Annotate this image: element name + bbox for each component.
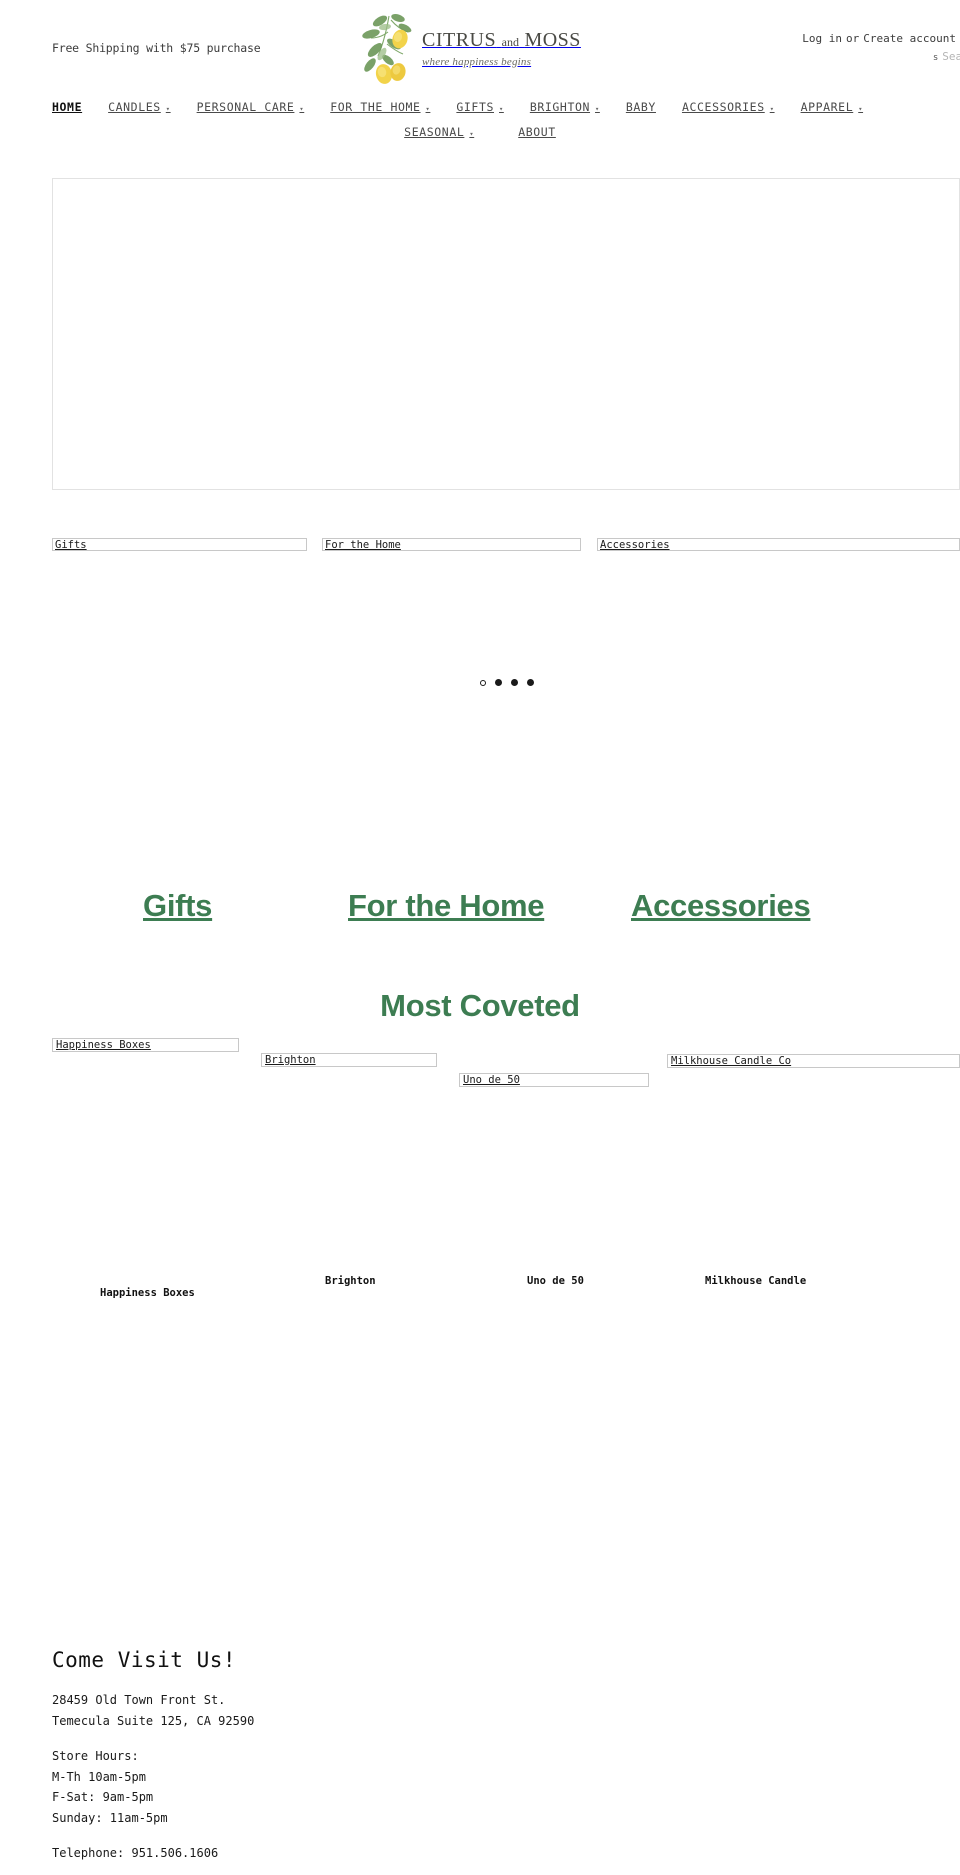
logo-name: CITRUS and MOSS xyxy=(422,29,581,51)
nav-row-secondary: SEASONAL ▾ ABOUT xyxy=(0,120,960,144)
nav-item-brighton[interactable]: BRIGHTON ▾ xyxy=(530,100,600,114)
search-prefix: s xyxy=(932,53,939,63)
product-image-placeholder[interactable]: Brighton xyxy=(261,1053,437,1067)
nav-row-primary: HOME CANDLES ▾ PERSONAL CARE ▾ FOR THE HOME ▾ G… xyxy=(0,94,960,120)
search-area[interactable]: s Search xyxy=(933,50,960,63)
account-links: Log in or Create account xyxy=(802,32,956,45)
footer-hours-mth: M-Th 10am-5pm xyxy=(52,1769,146,1784)
free-shipping-promo: Free Shipping with $75 purchase xyxy=(52,41,261,55)
page-root: Free Shipping with $75 purchase CITRUS a… xyxy=(0,0,960,1875)
chevron-down-icon: ▾ xyxy=(595,105,600,113)
category-title-accessories[interactable]: Accessories xyxy=(631,888,811,924)
nav-item-gifts[interactable]: GIFTS ▾ xyxy=(456,100,503,114)
main-navigation: HOME CANDLES ▾ PERSONAL CARE ▾ FOR THE HOME ▾ G… xyxy=(0,94,960,144)
footer-heading: Come Visit Us! xyxy=(52,1648,237,1672)
nav-item-baby[interactable]: BABY xyxy=(626,100,656,114)
nav-item-label: FOR THE HOME xyxy=(330,100,421,114)
footer-hours-sunday: Sunday: 11am-5pm xyxy=(52,1810,168,1825)
product-image-placeholder[interactable]: Uno de 50 xyxy=(459,1073,649,1087)
logo-tagline: where happiness begins xyxy=(422,55,532,68)
product-image-placeholder[interactable]: Happiness Boxes xyxy=(52,1038,239,1052)
product-label-uno-de-50[interactable]: Uno de 50 xyxy=(527,1275,584,1287)
product-label-happiness-boxes[interactable]: Happiness Boxes xyxy=(100,1287,195,1299)
hero-slider-dot-3[interactable] xyxy=(511,679,518,686)
nav-item-label: APPAREL xyxy=(800,100,854,114)
chevron-down-icon: ▾ xyxy=(769,105,775,113)
category-image-placeholder[interactable]: For the Home xyxy=(322,538,581,551)
footer-hours-label: Store Hours: xyxy=(52,1749,139,1763)
site-logo[interactable]: CITRUS and MOSS where happiness begins xyxy=(358,8,580,90)
nav-item-accessories[interactable]: ACCESSORIES ▾ xyxy=(682,100,775,114)
footer-address-line-2: Temecula Suite 125, CA 92590 xyxy=(52,1713,255,1728)
nav-item-label: PERSONAL CARE xyxy=(196,100,295,114)
logo-name-and: and xyxy=(501,34,519,49)
nav-item-label: ACCESSORIES xyxy=(681,100,765,114)
category-image-placeholder[interactable]: Accessories xyxy=(597,538,960,551)
nav-item-label: HOME xyxy=(52,100,83,114)
chevron-down-icon: ▾ xyxy=(425,105,431,113)
footer-hours-fsat: F-Sat: 9am-5pm xyxy=(52,1790,154,1804)
product-image-placeholder[interactable]: Milkhouse Candle Co xyxy=(667,1054,960,1068)
category-title-gifts[interactable]: Gifts xyxy=(143,888,212,924)
nav-item-apparel[interactable]: APPAREL ▾ xyxy=(801,100,864,114)
chevron-down-icon: ▾ xyxy=(299,105,305,113)
product-label-brighton[interactable]: Brighton xyxy=(325,1275,376,1287)
site-header: Free Shipping with $75 purchase CITRUS a… xyxy=(0,0,960,95)
nav-item-label: CANDLES xyxy=(108,100,161,114)
nav-item-about[interactable]: ABOUT xyxy=(518,125,556,139)
lemon-branch-logo-icon xyxy=(362,14,412,84)
chevron-down-icon: ▾ xyxy=(469,130,475,138)
nav-item-label: ABOUT xyxy=(518,125,556,139)
account-separator: or xyxy=(846,32,860,45)
logo-name-moss: MOSS xyxy=(524,28,581,51)
nav-item-label: BRIGHTON xyxy=(529,100,591,114)
footer-spacer-2 xyxy=(52,1828,652,1843)
nav-item-label: BABY xyxy=(625,100,656,114)
create-account-link[interactable]: Create account xyxy=(863,32,956,45)
footer-spacer-1 xyxy=(52,1731,652,1746)
login-link[interactable]: Log in xyxy=(802,32,842,45)
chevron-down-icon: ▾ xyxy=(499,105,504,113)
search-input[interactable]: Search xyxy=(942,50,960,63)
hero-slider-dots xyxy=(53,679,960,686)
hero-slider[interactable] xyxy=(52,178,960,686)
hero-slider-dot-4[interactable] xyxy=(527,679,534,686)
logo-name-citrus: CITRUS xyxy=(422,28,497,51)
chevron-down-icon: ▾ xyxy=(165,105,171,113)
hero-slider-dot-2[interactable] xyxy=(495,679,502,686)
most-coveted-heading: Most Coveted xyxy=(380,988,580,1023)
nav-item-personal-care[interactable]: PERSONAL CARE ▾ xyxy=(197,100,305,114)
nav-item-label: SEASONAL xyxy=(404,125,465,139)
hero-slider-dot-1[interactable] xyxy=(480,679,486,686)
store-info-footer: Come Visit Us! 28459 Old Town Front St. … xyxy=(52,1648,652,1864)
footer-telephone: Telephone: 951.506.1606 xyxy=(52,1846,219,1860)
category-image-placeholder[interactable]: Gifts xyxy=(52,538,307,551)
nav-item-for-the-home[interactable]: FOR THE HOME ▾ xyxy=(330,100,430,114)
category-title-for-the-home[interactable]: For the Home xyxy=(348,888,545,924)
nav-item-candles[interactable]: CANDLES ▾ xyxy=(108,100,171,114)
footer-address-line-1: 28459 Old Town Front St. xyxy=(52,1693,226,1707)
chevron-down-icon: ▾ xyxy=(858,105,864,113)
nav-item-label: GIFTS xyxy=(456,100,494,114)
nav-item-seasonal[interactable]: SEASONAL ▾ xyxy=(404,125,474,139)
product-label-milkhouse-candle[interactable]: Milkhouse Candle xyxy=(705,1275,806,1287)
nav-item-home[interactable]: HOME xyxy=(52,100,82,114)
logo-wordmark: CITRUS and MOSS where happiness begins xyxy=(422,30,581,69)
